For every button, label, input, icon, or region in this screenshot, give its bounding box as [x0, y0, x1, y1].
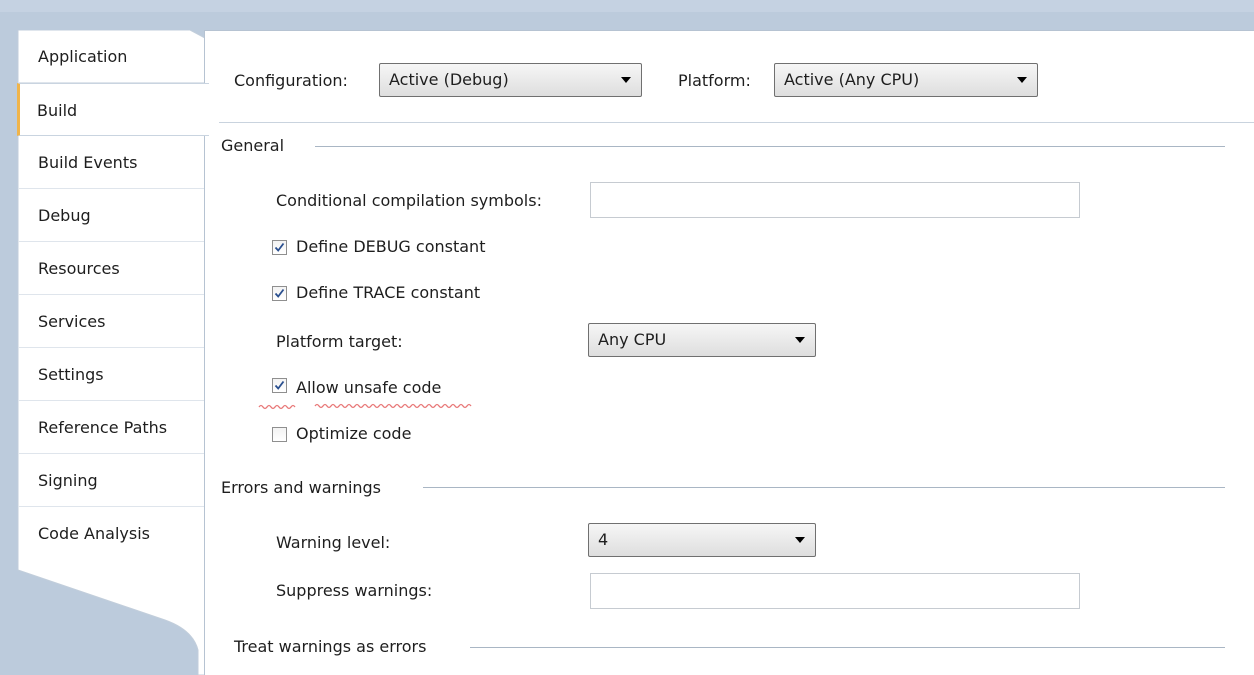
suppress-warnings-label: Suppress warnings: [276, 581, 433, 600]
tab-debug[interactable]: Debug [18, 189, 205, 242]
conditional-symbols-label: Conditional compilation symbols: [276, 191, 542, 210]
tab-signing-label: Signing [38, 471, 98, 490]
warning-level-value: 4 [598, 530, 609, 549]
checkmark-icon [274, 288, 285, 298]
tab-build-label: Build [37, 101, 78, 120]
allow-unsafe-label: Allow unsafe code [296, 378, 442, 397]
tab-code-analysis-label: Code Analysis [38, 524, 150, 543]
checkmark-icon [274, 380, 285, 390]
tab-settings[interactable]: Settings [18, 348, 205, 401]
tab-build[interactable]: Build [17, 83, 209, 136]
tab-settings-label: Settings [38, 365, 104, 384]
allow-unsafe-checkbox[interactable] [272, 378, 287, 393]
checkmark-icon [274, 242, 285, 252]
tab-signing[interactable]: Signing [18, 454, 205, 507]
tab-build-events-label: Build Events [38, 153, 138, 172]
general-section-line [315, 146, 1225, 147]
errors-section-line [423, 487, 1225, 488]
platform-target-value: Any CPU [598, 330, 667, 349]
conditional-symbols-input[interactable] [590, 182, 1080, 218]
tab-application-label: Application [38, 47, 128, 66]
tab-resources[interactable]: Resources [18, 242, 205, 295]
define-debug-checkbox[interactable] [272, 240, 287, 255]
tab-code-analysis[interactable]: Code Analysis [18, 507, 205, 560]
tab-reference-paths[interactable]: Reference Paths [18, 401, 205, 454]
suppress-warnings-input[interactable] [590, 573, 1080, 609]
header-divider [219, 122, 1254, 123]
platform-value: Active (Any CPU) [784, 70, 920, 89]
warning-level-dropdown[interactable]: 4 [588, 523, 816, 557]
tab-reference-paths-label: Reference Paths [38, 418, 168, 437]
define-trace-checkbox[interactable] [272, 286, 287, 301]
configuration-label: Configuration: [234, 71, 348, 90]
chevron-down-icon [795, 537, 805, 543]
configuration-value: Active (Debug) [389, 70, 509, 89]
warning-level-label: Warning level: [276, 533, 391, 552]
tab-services[interactable]: Services [18, 295, 205, 348]
sidebar-tabs: Application Build Build Events Debug Res… [15, 30, 209, 675]
platform-dropdown[interactable]: Active (Any CPU) [774, 63, 1038, 97]
tab-services-label: Services [38, 312, 106, 331]
chevron-down-icon [795, 337, 805, 343]
top-strip [0, 0, 1254, 12]
define-trace-label: Define TRACE constant [296, 283, 481, 302]
tab-build-events[interactable]: Build Events [18, 136, 205, 189]
treat-warnings-section-title: Treat warnings as errors [234, 637, 427, 656]
project-properties-window: Application Build Build Events Debug Res… [0, 0, 1254, 675]
optimize-code-checkbox[interactable] [272, 427, 287, 442]
errors-section-title: Errors and warnings [221, 478, 382, 497]
chevron-down-icon [1017, 77, 1027, 83]
optimize-code-label: Optimize code [296, 424, 412, 443]
chevron-down-icon [621, 77, 631, 83]
configuration-dropdown[interactable]: Active (Debug) [379, 63, 642, 97]
tab-application[interactable]: Application [18, 30, 205, 83]
treat-warnings-section-line [470, 647, 1225, 648]
general-section-title: General [221, 136, 285, 155]
define-debug-label: Define DEBUG constant [296, 237, 486, 256]
tab-resources-label: Resources [38, 259, 120, 278]
spellcheck-squiggle [258, 403, 472, 410]
build-properties-panel: Configuration: Active (Debug) Platform: … [204, 30, 1254, 675]
platform-label: Platform: [678, 71, 751, 90]
tab-debug-label: Debug [38, 206, 91, 225]
platform-target-label: Platform target: [276, 332, 403, 351]
platform-target-dropdown[interactable]: Any CPU [588, 323, 816, 357]
